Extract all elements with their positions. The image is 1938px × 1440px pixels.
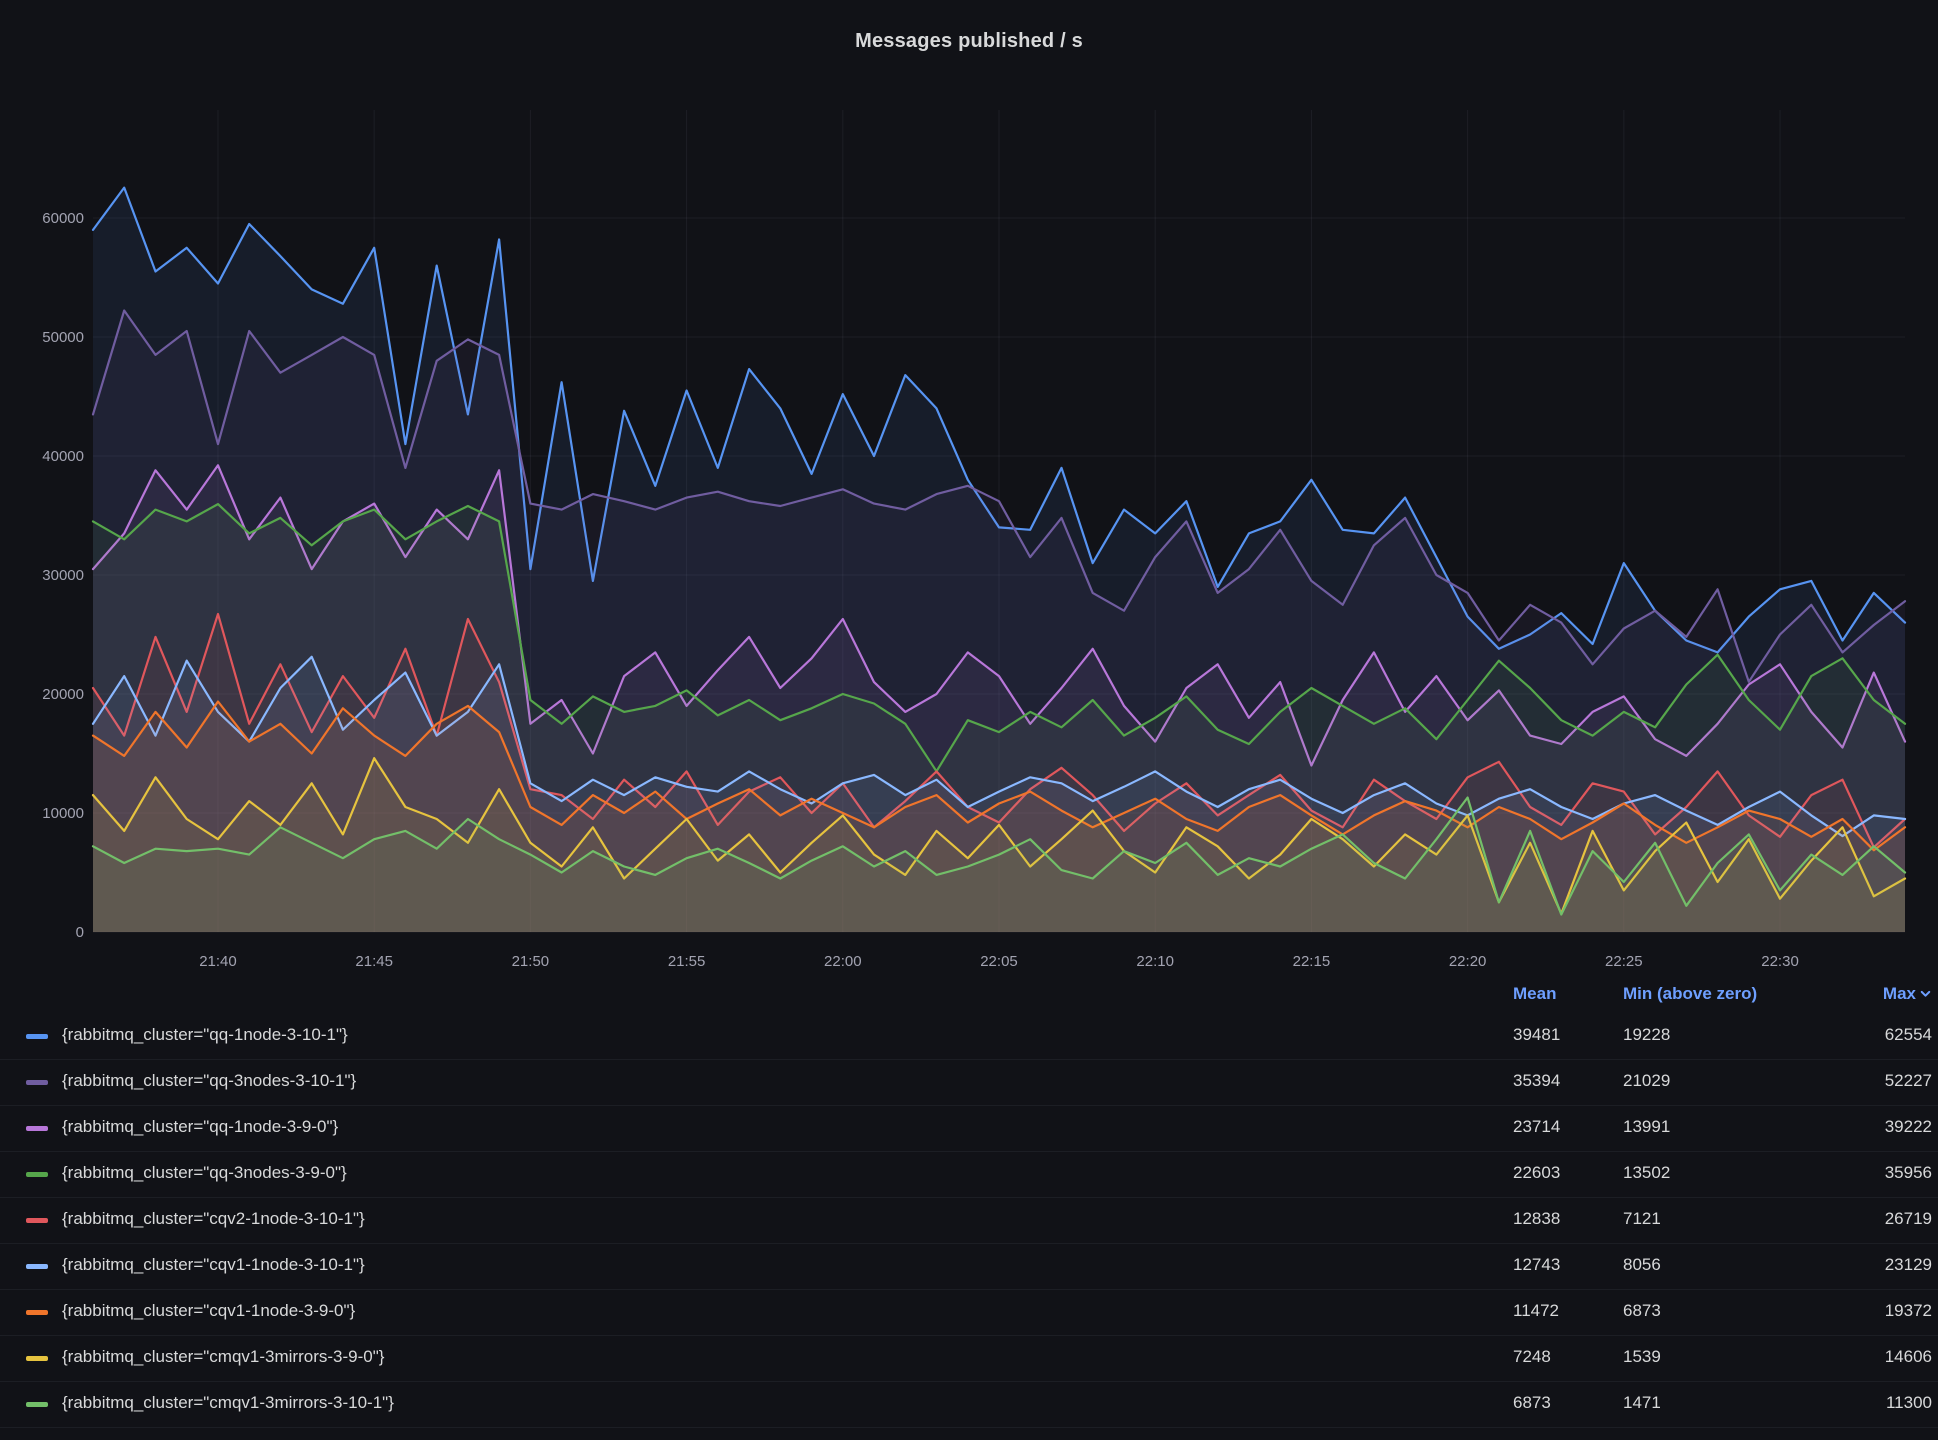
x-axis-tick-label: 21:40 [199, 953, 237, 970]
legend-header: Mean Min (above zero) Max [0, 984, 1938, 1012]
legend-row: {rabbitmq_cluster="cqv2-1node-3-10-1"} 12… [0, 1198, 1938, 1244]
series-label[interactable]: {rabbitmq_cluster="cqv2-1node-3-10-1"} [62, 1209, 365, 1229]
series-stat-mean: 39481 [1513, 1025, 1613, 1045]
series-stat-mean: 35394 [1513, 1071, 1613, 1091]
series-stat-mean: 7248 [1513, 1347, 1613, 1367]
series-stat-max: 35956 [1798, 1163, 1932, 1183]
legend-row: {rabbitmq_cluster="cmqv1-3mirrors-3-9-0"… [0, 1336, 1938, 1382]
x-axis-tick-label: 22:15 [1293, 953, 1331, 970]
series-color-swatch[interactable] [26, 1402, 48, 1407]
series-label[interactable]: {rabbitmq_cluster="qq-1node-3-9-0"} [62, 1117, 338, 1137]
series-stat-mean: 12838 [1513, 1209, 1613, 1229]
x-axis-tick-label: 22:10 [1136, 953, 1174, 970]
legend-row: {rabbitmq_cluster="cqv1-1node-3-9-0"} 114… [0, 1290, 1938, 1336]
series-stat-mean: 12743 [1513, 1255, 1613, 1275]
legend-column-max-label: Max [1883, 984, 1916, 1003]
series-label[interactable]: {rabbitmq_cluster="cqv1-1node-3-10-1"} [62, 1255, 365, 1275]
series-stat-mean: 11472 [1513, 1301, 1613, 1321]
x-axis-tick-label: 21:55 [668, 953, 706, 970]
series-color-swatch[interactable] [26, 1172, 48, 1177]
y-axis-tick-label: 40000 [42, 448, 84, 465]
legend-row: {rabbitmq_cluster="qq-3nodes-3-9-0"} 2260… [0, 1152, 1938, 1198]
y-axis-tick-label: 10000 [42, 805, 84, 822]
series-stat-max: 23129 [1798, 1255, 1932, 1275]
legend-row: {rabbitmq_cluster="qq-1node-3-10-1"} 3948… [0, 1014, 1938, 1060]
x-axis-tick-label: 22:25 [1605, 953, 1643, 970]
legend-row: {rabbitmq_cluster="cqv1-1node-3-10-1"} 12… [0, 1244, 1938, 1290]
series-stat-mean: 6873 [1513, 1393, 1613, 1413]
series-color-swatch[interactable] [26, 1080, 48, 1085]
legend-row: {rabbitmq_cluster="qq-1node-3-9-0"} 23714… [0, 1106, 1938, 1152]
legend-table: {rabbitmq_cluster="qq-1node-3-10-1"} 3948… [0, 1014, 1938, 1428]
x-axis-tick-label: 21:50 [512, 953, 550, 970]
timeseries-panel: Messages published / s 0 10000 20000 30000 4… [0, 0, 1938, 1440]
series-stat-max: 11300 [1798, 1393, 1932, 1413]
x-axis-tick-label: 22:00 [824, 953, 862, 970]
y-axis-tick-label: 0 [76, 924, 84, 941]
series-label[interactable]: {rabbitmq_cluster="cmqv1-3mirrors-3-10-1… [62, 1393, 394, 1413]
series-stat-max: 26719 [1798, 1209, 1932, 1229]
series-stat-mean: 22603 [1513, 1163, 1613, 1183]
series-color-swatch[interactable] [26, 1310, 48, 1315]
legend-column-max[interactable]: Max [1798, 984, 1932, 1004]
x-axis-tick-label: 22:20 [1449, 953, 1487, 970]
series-label[interactable]: {rabbitmq_cluster="cmqv1-3mirrors-3-9-0"… [62, 1347, 384, 1367]
sort-desc-chevron-icon [1919, 987, 1932, 1000]
series-label[interactable]: {rabbitmq_cluster="qq-3nodes-3-10-1"} [62, 1071, 356, 1091]
y-axis-tick-label: 50000 [42, 329, 84, 346]
series-stat-max: 52227 [1798, 1071, 1932, 1091]
series-color-swatch[interactable] [26, 1218, 48, 1223]
series-color-swatch[interactable] [26, 1264, 48, 1269]
series-color-swatch[interactable] [26, 1126, 48, 1131]
legend-row: {rabbitmq_cluster="cmqv1-3mirrors-3-10-1… [0, 1382, 1938, 1428]
x-axis-tick-label: 22:30 [1761, 953, 1799, 970]
x-axis-tick-label: 22:05 [980, 953, 1018, 970]
series-stat-max: 19372 [1798, 1301, 1932, 1321]
timeseries-plot[interactable]: 0 10000 20000 30000 40000 50000 60000 21:40 21:4… [0, 80, 1938, 980]
series-label[interactable]: {rabbitmq_cluster="cqv1-1node-3-9-0"} [62, 1301, 355, 1321]
series-label[interactable]: {rabbitmq_cluster="qq-3nodes-3-9-0"} [62, 1163, 347, 1183]
series-stat-max: 14606 [1798, 1347, 1932, 1367]
series-label[interactable]: {rabbitmq_cluster="qq-1node-3-10-1"} [62, 1025, 348, 1045]
legend-row: {rabbitmq_cluster="qq-3nodes-3-10-1"} 353… [0, 1060, 1938, 1106]
series-color-swatch[interactable] [26, 1356, 48, 1361]
series-stat-max: 39222 [1798, 1117, 1932, 1137]
series-color-swatch[interactable] [26, 1034, 48, 1039]
y-axis-tick-label: 60000 [42, 210, 84, 227]
y-axis-tick-label: 20000 [42, 686, 84, 703]
y-axis-tick-label: 30000 [42, 567, 84, 584]
series-stat-mean: 23714 [1513, 1117, 1613, 1137]
panel-title: Messages published / s [0, 30, 1938, 53]
x-axis-tick-label: 21:45 [355, 953, 393, 970]
legend-column-mean[interactable]: Mean [1513, 984, 1613, 1004]
series-stat-max: 62554 [1798, 1025, 1932, 1045]
